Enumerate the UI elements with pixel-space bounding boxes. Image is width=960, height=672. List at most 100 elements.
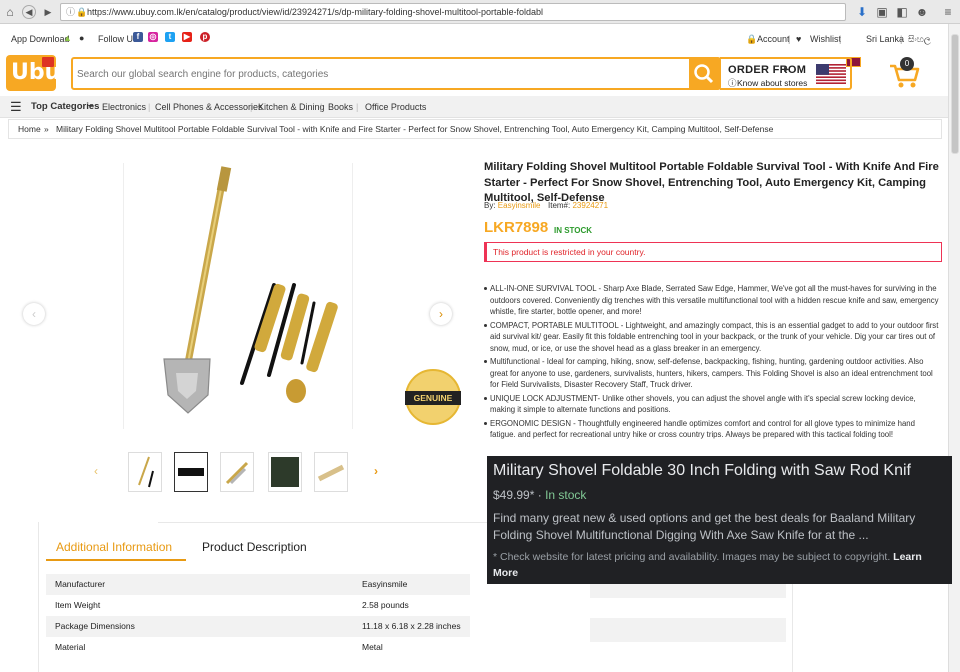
product-price: LKR7898 — [484, 219, 549, 236]
cart-count-badge: 0 — [900, 57, 914, 71]
logo-tag-icon — [42, 57, 54, 67]
breadcrumb-home[interactable]: Home — [18, 120, 41, 138]
wishlist-link[interactable]: Wishlist — [810, 34, 841, 44]
table-row: Package Dimensions 11.18 x 6.18 x 2.28 in… — [46, 616, 470, 637]
follow-us-label: Follow Us — [98, 34, 138, 44]
search-button[interactable] — [689, 59, 719, 88]
thumbs-prev-icon[interactable]: ‹ — [94, 464, 98, 478]
restriction-notice: This product is restricted in your count… — [484, 242, 942, 262]
thumbnail-tools-icon — [225, 461, 249, 485]
twitter-icon[interactable]: t — [165, 32, 175, 42]
pinterest-icon[interactable]: p — [200, 32, 210, 42]
category-cell-phones[interactable]: Cell Phones & Accessories — [155, 102, 263, 112]
thumbnail-2[interactable] — [174, 452, 208, 492]
category-office[interactable]: Office Products — [365, 102, 426, 112]
browser-toolbar: ⌂ ◀ ▶ ⓘ 🔒 https://www.ubuy.com.lk/en/cat… — [0, 0, 960, 24]
search-icon — [694, 64, 714, 84]
table-row: Material Metal — [55, 642, 383, 652]
stock-status: IN STOCK — [554, 226, 593, 235]
shopping-preview-tooltip: Military Shovel Foldable 30 Inch Folding… — [487, 456, 952, 584]
search-box — [71, 57, 721, 90]
thumbnail-rods-icon — [317, 464, 345, 482]
library-icon[interactable]: ▣ — [874, 4, 890, 20]
category-kitchen[interactable]: Kitchen & Dining — [258, 102, 325, 112]
spec-table: Manufacturer Easyinsmile Item Weight 2.58 … — [46, 574, 470, 658]
instagram-icon[interactable]: ◎ — [148, 32, 158, 42]
product-tabs: Additional Information Product Descripti… — [46, 540, 470, 562]
thumbnail-box-icon — [178, 468, 204, 476]
product-title: Military Folding Shovel Multitool Portab… — [484, 161, 939, 204]
breadcrumb-current: Military Folding Shovel Multitool Portab… — [56, 124, 774, 134]
extension-icon[interactable]: ☻ — [914, 4, 930, 20]
search-input[interactable] — [77, 63, 685, 85]
feature-item: COMPACT, PORTABLE MULTITOOL - Lightweigh… — [484, 320, 942, 355]
tab-additional-information[interactable]: Additional Information — [56, 540, 172, 554]
breadcrumb-separator-icon: » — [44, 124, 49, 134]
url-bar[interactable]: ⓘ 🔒 https://www.ubuy.com.lk/en/catalog/p… — [60, 3, 846, 21]
us-flag-icon — [816, 64, 846, 84]
table-row: Manufacturer Easyinsmile — [46, 574, 470, 595]
gallery-prev-button[interactable]: ‹ — [23, 303, 45, 325]
youtube-icon[interactable]: ▶ — [182, 32, 192, 42]
android-icon[interactable]: ▲ — [63, 33, 72, 43]
language-selector[interactable]: සිංහල — [908, 34, 931, 45]
breadcrumb: Home » Military Folding Shovel Multitool… — [8, 119, 942, 139]
app-download-label[interactable]: App Download — [11, 34, 70, 44]
thumbs-next-icon[interactable]: › — [374, 464, 378, 478]
facebook-icon[interactable]: f — [133, 32, 143, 42]
divider — [38, 522, 39, 672]
order-from-selector[interactable]: ORDER FROM ▸ ⓘ Know about stores — [720, 57, 852, 90]
user-icon: 🔒 — [746, 34, 758, 44]
feature-item: ERGONOMIC DESIGN - Thoughtfully engineer… — [484, 418, 942, 441]
category-bar: ☰ Top Categories – Electronics | Cell Ph… — [0, 96, 948, 118]
url-text: https://www.ubuy.com.lk/en/catalog/produ… — [87, 7, 544, 17]
chevron-right-icon: ▸ — [784, 64, 790, 75]
brand-link[interactable]: Easyinsmile — [498, 201, 541, 210]
forward-icon[interactable]: ▶ — [40, 4, 56, 20]
tooltip-description: Find many great new & used options and g… — [493, 511, 916, 542]
lock-icon: 🔒 — [76, 7, 88, 17]
category-books[interactable]: Books — [328, 102, 353, 112]
feature-item: ALL-IN-ONE SURVIVAL TOOL - Sharp Axe Bla… — [484, 283, 942, 318]
tooltip-price-line: $49.99* · In stock — [493, 488, 587, 502]
category-electronics[interactable]: Electronics — [102, 102, 146, 112]
side-panel-row — [590, 618, 786, 642]
item-number: Item#: 23924271 — [548, 201, 609, 210]
thumbnail-outdoor-icon — [271, 457, 299, 487]
apple-icon[interactable]: ● — [79, 33, 84, 43]
account-link[interactable]: Account — [757, 34, 790, 44]
divider — [792, 584, 793, 672]
thumbnail-1[interactable] — [128, 452, 162, 492]
active-tab-underline — [46, 559, 186, 561]
heart-icon: ♥ — [796, 34, 802, 44]
download-icon[interactable]: ⬇ — [854, 4, 870, 20]
product-main-image[interactable] — [123, 163, 353, 429]
feature-item: Multifunctional - Ideal for camping, hik… — [484, 356, 942, 391]
gallery-next-button[interactable]: › — [430, 303, 452, 325]
info-circle-icon: ⓘ — [728, 78, 737, 88]
feature-item: UNIQUE LOCK ADJUSTMENT- Unlike other sho… — [484, 393, 942, 416]
genuine-badge-icon: GENUINE — [405, 369, 461, 425]
by-label: By: Easyinsmile — [484, 201, 541, 210]
tooltip-note: * Check website for latest pricing and a… — [493, 551, 922, 579]
hamburger-icon[interactable]: ☰ — [10, 99, 22, 115]
cart-button[interactable]: 0 — [888, 57, 922, 90]
know-stores-link[interactable]: Know about stores — [737, 78, 807, 88]
back-icon[interactable]: ◀ — [22, 5, 36, 19]
thumbnail-4[interactable] — [268, 452, 302, 492]
thumbnail-shovel-icon — [138, 456, 154, 488]
scrollbar-thumb[interactable] — [951, 34, 959, 154]
country-selector[interactable]: Sri Lanka — [866, 34, 904, 44]
utility-bar: App Download ▲ ● Follow Us f ◎ t ▶ p 🔒 A… — [0, 24, 948, 67]
ubuy-logo[interactable]: Ubuy — [6, 55, 75, 91]
tab-product-description[interactable]: Product Description — [202, 540, 307, 554]
sidebar-icon[interactable]: ◧ — [894, 4, 910, 20]
home-icon[interactable]: ⌂ — [2, 4, 18, 20]
shovel-image — [163, 166, 338, 414]
menu-icon[interactable]: ≡ — [940, 4, 956, 20]
tooltip-title[interactable]: Military Shovel Foldable 30 Inch Folding… — [493, 460, 946, 482]
thumbnail-3[interactable] — [220, 452, 254, 492]
thumbnail-5[interactable] — [314, 452, 348, 492]
genuine-badge-label: GENUINE — [405, 391, 461, 405]
info-icon[interactable]: ⓘ — [66, 4, 75, 20]
